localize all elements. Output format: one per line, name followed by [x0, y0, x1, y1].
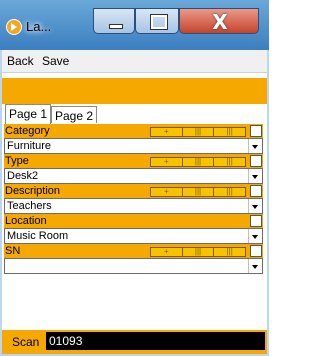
app-logo-icon: [6, 19, 22, 35]
category-dropdown[interactable]: Furniture: [4, 138, 263, 154]
sn-barcode-button[interactable]: |||: [183, 248, 215, 256]
form-panel: Category + ||| ||| Furniture Type + ||| …: [4, 124, 263, 274]
description-dropdown[interactable]: Teachers: [4, 198, 263, 214]
description-tools: + ||| |||: [150, 187, 246, 197]
menu-bar: Back Save: [2, 50, 267, 72]
tab-strip: Page 1 Page 2: [2, 104, 267, 124]
chevron-down-icon[interactable]: [248, 169, 262, 183]
sn-label: SN: [5, 245, 21, 257]
scan-label: Scan: [12, 335, 40, 349]
minimize-icon: [109, 24, 123, 29]
menu-item-save[interactable]: Save: [42, 54, 69, 68]
location-label-row: Location: [4, 214, 263, 228]
location-label: Location: [5, 215, 47, 227]
scan-input[interactable]: 01093: [46, 332, 265, 350]
window-title: La...: [26, 19, 52, 34]
sn-barcode-button-2[interactable]: |||: [214, 248, 245, 256]
chevron-down-icon[interactable]: [248, 259, 262, 273]
type-tools: + ||| |||: [150, 157, 246, 167]
type-barcode-button-2[interactable]: |||: [214, 158, 245, 166]
scan-bar: Scan 01093: [2, 330, 267, 354]
menu-item-back[interactable]: Back: [7, 54, 34, 68]
description-barcode-button-2[interactable]: |||: [214, 188, 245, 196]
app-window: La... X Back Save Page 1 Page 2 Category…: [0, 0, 269, 356]
description-value: Teachers: [7, 200, 52, 212]
maximize-button[interactable]: [135, 8, 179, 34]
category-barcode-button[interactable]: |||: [183, 128, 215, 136]
type-dropdown[interactable]: Desk2: [4, 168, 263, 184]
header-band: [2, 78, 267, 104]
category-label-row: Category + ||| |||: [4, 124, 263, 138]
sn-checkbox[interactable]: [250, 245, 262, 257]
description-label: Description: [5, 185, 61, 197]
chevron-down-icon[interactable]: [248, 229, 262, 243]
description-label-row: Description + ||| |||: [4, 184, 263, 198]
type-checkbox[interactable]: [250, 155, 262, 167]
menu-divider: [2, 72, 267, 73]
close-button[interactable]: X: [179, 8, 259, 34]
type-value: Desk2: [7, 170, 39, 182]
category-checkbox[interactable]: [250, 125, 262, 137]
category-value: Furniture: [7, 140, 52, 152]
close-icon: X: [212, 10, 228, 34]
minimize-button[interactable]: [93, 8, 135, 34]
type-barcode-button[interactable]: |||: [183, 158, 215, 166]
type-label: Type: [5, 155, 29, 167]
description-barcode-button[interactable]: |||: [183, 188, 215, 196]
category-add-button[interactable]: +: [151, 128, 183, 136]
type-label-row: Type + ||| |||: [4, 154, 263, 168]
location-value: Music Room: [7, 230, 69, 242]
chevron-down-icon[interactable]: [248, 199, 262, 213]
sn-tools: + ||| |||: [150, 247, 246, 257]
location-checkbox[interactable]: [250, 215, 262, 227]
location-dropdown[interactable]: Music Room: [4, 228, 263, 244]
category-tools: + ||| |||: [150, 127, 246, 137]
sn-add-button[interactable]: +: [151, 248, 183, 256]
description-checkbox[interactable]: [250, 185, 262, 197]
category-barcode-button-2[interactable]: |||: [214, 128, 245, 136]
title-bar[interactable]: La... X: [0, 0, 269, 50]
sn-dropdown[interactable]: [4, 258, 263, 274]
chevron-down-icon[interactable]: [248, 139, 262, 153]
tab-page-1[interactable]: Page 1: [5, 104, 52, 124]
category-label: Category: [5, 125, 50, 137]
tab-page-2[interactable]: Page 2: [51, 106, 98, 123]
type-add-button[interactable]: +: [151, 158, 183, 166]
sn-label-row: SN + ||| |||: [4, 244, 263, 258]
maximize-icon: [151, 15, 167, 29]
client-area: Back Save Page 1 Page 2 Category + ||| |…: [0, 50, 269, 356]
description-add-button[interactable]: +: [151, 188, 183, 196]
